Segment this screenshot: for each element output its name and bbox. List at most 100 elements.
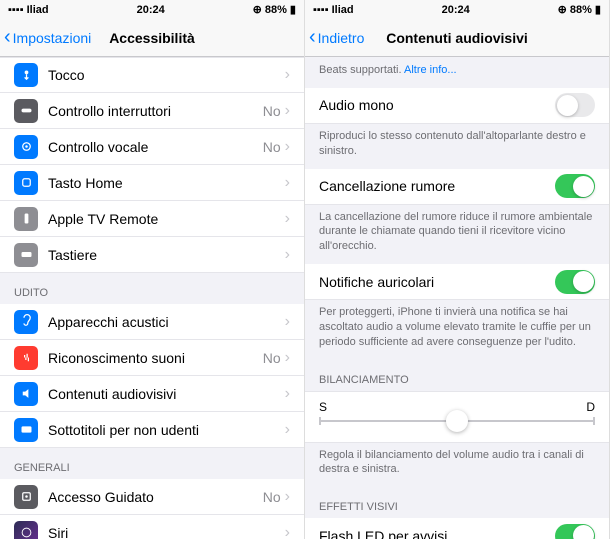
back-label: Impostazioni (13, 30, 92, 46)
cell-label: Tasto Home (48, 175, 285, 191)
cell-label: Siri (48, 525, 285, 539)
cell-label: Notifiche auricolari (319, 274, 555, 290)
chevron-right-icon: › (285, 488, 290, 506)
balance-slider-wrap: S D (305, 391, 609, 443)
cell-value: No (263, 489, 281, 505)
time: 20:24 (442, 4, 470, 16)
voice-icon (14, 135, 38, 159)
chevron-right-icon: › (285, 138, 290, 156)
cell-label: Accesso Guidato (48, 489, 263, 505)
flash-toggle[interactable] (555, 524, 595, 539)
chevron-right-icon: › (285, 210, 290, 228)
effects-header: Effetti visivi (305, 487, 609, 518)
switch-icon (14, 99, 38, 123)
balance-right-label: D (586, 400, 595, 414)
left-screen: ▪▪▪▪Iliad 20:24 ⊕88%▮ ‹Impostazioni Acce… (0, 0, 305, 539)
home-icon (14, 171, 38, 195)
keyboard-icon (14, 243, 38, 267)
signal-icon: ▪▪▪▪ (8, 4, 24, 16)
sound-recognition-icon (14, 346, 38, 370)
mono-footer: Riproduci lo stesso contenuto dall'altop… (305, 124, 609, 169)
cell-value: No (263, 350, 281, 366)
signal-icon: ▪▪▪▪ (313, 4, 329, 16)
back-label: Indietro (318, 30, 365, 46)
cell-apparecchi[interactable]: Apparecchi acustici › (0, 304, 304, 340)
cell-label: Apple TV Remote (48, 211, 285, 227)
mono-toggle[interactable] (555, 93, 595, 117)
noise-footer: La cancellazione del rumore riduce il ru… (305, 205, 609, 265)
right-screen: ▪▪▪▪Iliad 20:24 ⊕88%▮ ‹Indietro Contenut… (305, 0, 610, 539)
chevron-right-icon: › (285, 174, 290, 192)
chevron-right-icon: › (285, 246, 290, 264)
cell-label: Apparecchi acustici (48, 314, 285, 330)
cell-home[interactable]: Tasto Home › (0, 165, 304, 201)
chevron-right-icon: › (285, 349, 290, 367)
cell-value: No (263, 103, 281, 119)
cell-accesso[interactable]: Accesso Guidato No › (0, 479, 304, 515)
chevron-right-icon: › (285, 385, 290, 403)
balance-left-label: S (319, 400, 327, 414)
cell-mono: Audio mono (305, 88, 609, 124)
audio-icon (14, 382, 38, 406)
cell-noise: Cancellazione rumore (305, 169, 609, 205)
cell-tastiere[interactable]: Tastiere › (0, 237, 304, 273)
cell-flash: Flash LED per avvisi (305, 518, 609, 539)
back-button[interactable]: ‹Impostazioni (0, 26, 91, 49)
cell-label: Contenuti audiovisivi (48, 386, 285, 402)
chevron-right-icon: › (285, 524, 290, 539)
navbar: ‹Indietro Contenuti audiovisivi (305, 19, 609, 57)
cell-appletv[interactable]: Apple TV Remote › (0, 201, 304, 237)
time: 20:24 (137, 4, 165, 16)
carrier: Iliad (332, 4, 354, 16)
cell-label: Sottotitoli per non udenti (48, 422, 285, 438)
cell-label: Tocco (48, 67, 285, 83)
navbar: ‹Impostazioni Accessibilità (0, 19, 304, 57)
cell-riconoscimento[interactable]: Riconoscimento suoni No › (0, 340, 304, 376)
noise-toggle[interactable] (555, 174, 595, 198)
subtitles-icon (14, 418, 38, 442)
battery-icon: ▮ (595, 3, 601, 16)
status-bar: ▪▪▪▪Iliad 20:24 ⊕88%▮ (305, 0, 609, 19)
guided-access-icon (14, 485, 38, 509)
chevron-right-icon: › (285, 66, 290, 84)
content: Tocco › Controllo interruttori No › Cont… (0, 57, 304, 539)
chevron-left-icon: ‹ (4, 26, 11, 49)
battery: 88% (265, 4, 287, 16)
status-bar: ▪▪▪▪Iliad 20:24 ⊕88%▮ (0, 0, 304, 19)
cell-label: Tastiere (48, 247, 285, 263)
cell-label: Audio mono (319, 97, 555, 113)
chevron-right-icon: › (285, 313, 290, 331)
back-button[interactable]: ‹Indietro (305, 26, 364, 49)
battery: 88% (570, 4, 592, 16)
battery-icon: ▮ (290, 3, 296, 16)
content: Beats supportati. Altre info... Audio mo… (305, 57, 609, 539)
carrier: Iliad (27, 4, 49, 16)
remote-icon (14, 207, 38, 231)
balance-footer: Regola il bilanciamento del volume audio… (305, 443, 609, 488)
chevron-right-icon: › (285, 421, 290, 439)
balance-slider[interactable] (319, 420, 595, 422)
slider-thumb[interactable] (446, 410, 468, 432)
notif-footer: Per proteggerti, iPhone ti invierà una n… (305, 300, 609, 360)
section-udito: Udito (0, 273, 304, 304)
cell-interruttori[interactable]: Controllo interruttori No › (0, 93, 304, 129)
chevron-right-icon: › (285, 102, 290, 120)
cell-label: Riconoscimento suoni (48, 350, 263, 366)
section-generali: Generali (0, 448, 304, 479)
notif-toggle[interactable] (555, 270, 595, 294)
beats-link[interactable]: Altre info... (404, 64, 457, 76)
siri-icon (14, 521, 38, 539)
cell-siri[interactable]: Siri › (0, 515, 304, 539)
cell-audiovisivi[interactable]: Contenuti audiovisivi › (0, 376, 304, 412)
cell-label: Controllo vocale (48, 139, 263, 155)
chevron-left-icon: ‹ (309, 26, 316, 49)
hearing-icon (14, 310, 38, 334)
cell-sottotitoli[interactable]: Sottotitoli per non udenti › (0, 412, 304, 448)
touch-icon (14, 63, 38, 87)
cell-tocco[interactable]: Tocco › (0, 57, 304, 93)
cell-label: Cancellazione rumore (319, 178, 555, 194)
cell-vocale[interactable]: Controllo vocale No › (0, 129, 304, 165)
beats-footer: Beats supportati. Altre info... (305, 57, 609, 88)
cell-notif: Notifiche auricolari (305, 264, 609, 300)
balance-header: Bilanciamento (305, 360, 609, 391)
